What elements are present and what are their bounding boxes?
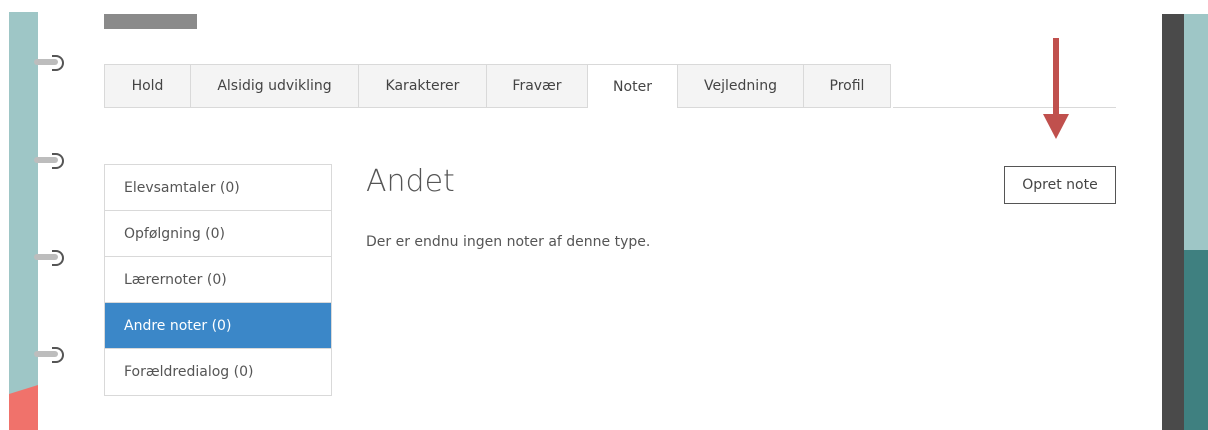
binder-teal-band xyxy=(9,12,38,430)
menu-item[interactable]: Elevsamtaler (0) xyxy=(105,165,331,211)
annotation-arrow-icon xyxy=(1053,38,1059,118)
right-teal-dark-edge xyxy=(1184,250,1208,430)
annotation-arrow-head-icon xyxy=(1043,114,1069,139)
logo-placeholder xyxy=(104,14,197,29)
note-category-menu: Elevsamtaler (0) Opfølgning (0) Lærernoter… xyxy=(104,164,332,396)
binder-ring-icon xyxy=(34,250,64,266)
tab-fravær[interactable]: Fravær xyxy=(486,64,587,108)
tab-noter[interactable]: Noter xyxy=(587,64,677,108)
tab-vejledning[interactable]: Vejledning xyxy=(677,64,803,108)
binder-ring-icon xyxy=(34,153,64,169)
tab-profil[interactable]: Profil xyxy=(803,64,891,108)
tabs-baseline xyxy=(893,107,1116,108)
menu-item[interactable]: Forældredialog (0) xyxy=(105,349,331,395)
right-dark-edge xyxy=(1162,14,1184,430)
tab-alsidig-udvikling[interactable]: Alsidig udvikling xyxy=(190,64,358,108)
main-tabs: Hold Alsidig udvikling Karakterer Fravær Not… xyxy=(104,64,891,108)
binder-ring-icon xyxy=(34,347,64,363)
page-title: Andet xyxy=(366,164,455,199)
empty-state-text: Der er endnu ingen noter af denne type. xyxy=(366,234,651,250)
binder-ring-icon xyxy=(34,55,64,71)
menu-item[interactable]: Lærernoter (0) xyxy=(105,257,331,303)
tab-karakterer[interactable]: Karakterer xyxy=(358,64,486,108)
menu-item[interactable]: Opfølgning (0) xyxy=(105,211,331,257)
menu-item[interactable]: Andre noter (0) xyxy=(105,303,331,349)
tab-hold[interactable]: Hold xyxy=(104,64,190,108)
create-note-button[interactable]: Opret note xyxy=(1004,166,1116,204)
